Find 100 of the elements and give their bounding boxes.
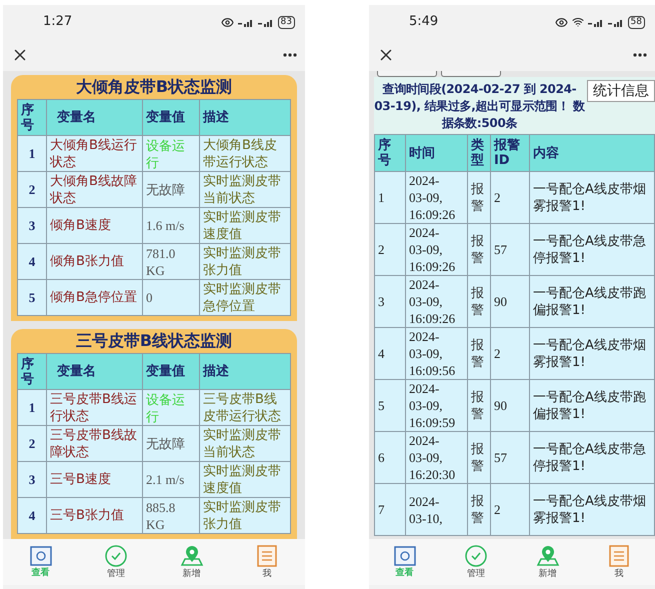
tab-bar-item[interactable]: 管理 xyxy=(451,545,502,579)
table-cell: 一号配仓A线皮带跑偏报警1! xyxy=(529,380,654,432)
table-cell: 90 xyxy=(490,380,530,432)
query-summary: 查询时间段(2024-02-27 到 2024-03-19), 结果过多,超出可显示范围！ 数据条数:500条 xyxy=(374,81,585,132)
table-cell: 一号配仓A线皮带烟雾报警1! xyxy=(529,172,654,224)
table-cell: 2 xyxy=(374,224,406,276)
table-cell: 三号B张力值 xyxy=(46,498,142,534)
column-header: 时间 xyxy=(405,134,468,172)
table-cell: 7 xyxy=(374,484,406,536)
table-cell: 倾角B张力值 xyxy=(46,244,142,280)
table-cell: 报警 xyxy=(467,328,490,380)
table-cell: 1 xyxy=(374,172,406,224)
table-cell: 倾角B急停位置 xyxy=(46,280,142,316)
column-header: 描述 xyxy=(200,100,290,136)
table-cell: 1.6 m/s xyxy=(142,208,200,244)
table-cell: 实时监测皮带张力值 xyxy=(200,498,290,534)
tab-bar-item[interactable]: 我 xyxy=(594,545,644,579)
table-cell: 大倾角B线故障状态 xyxy=(46,172,142,208)
table-cell: 报警 xyxy=(467,432,490,484)
battery-indicator: 58 xyxy=(628,16,645,28)
table-cell: 2 xyxy=(490,484,530,536)
more-button[interactable] xyxy=(633,53,647,57)
table-cell: 倾角B速度 xyxy=(46,208,142,244)
tab-bar-item[interactable]: 新增 xyxy=(522,545,573,579)
table-cell: 报警 xyxy=(467,276,490,328)
table-cell: 2024- 03-09, 16:09:56 xyxy=(405,328,468,380)
clock-time: 5:49 xyxy=(408,13,438,32)
table-cell: 2 xyxy=(18,172,46,208)
battery-indicator: 83 xyxy=(278,16,295,28)
column-header: 描述 xyxy=(200,354,290,390)
table-cell: 2024- 03-09, 16:09:59 xyxy=(405,380,468,432)
document-icon xyxy=(609,545,630,567)
table-cell: 2 xyxy=(490,172,530,224)
document-icon xyxy=(257,545,278,567)
table-cell: 3 xyxy=(18,462,46,498)
table-cell: 一号配仓A线皮带烟雾报警1! xyxy=(529,484,654,536)
table-cell: 4 xyxy=(18,498,46,534)
column-header: 变量值 xyxy=(142,100,200,136)
table-cell: 6 xyxy=(374,432,406,484)
table-cell: 三号皮带B线皮带运行状态 xyxy=(200,390,290,426)
column-header: 变量名 xyxy=(46,354,142,390)
table-cell: 57 xyxy=(490,224,530,276)
tab-bar-item[interactable]: 我 xyxy=(242,545,292,579)
table-cell: 2 xyxy=(490,328,530,380)
table-cell: 设备运行 xyxy=(142,390,200,426)
table-cell: 实时监测皮带速度值 xyxy=(200,208,290,244)
table-cell: 3 xyxy=(18,208,46,244)
button-edge[interactable] xyxy=(440,71,501,77)
table-cell: 一号配仓A线皮带急停报警1! xyxy=(529,224,654,276)
table-cell: 报警 xyxy=(467,224,490,276)
tab-bar-item[interactable]: 管理 xyxy=(91,545,142,579)
signal-icon xyxy=(258,17,274,27)
tab-bar-item[interactable]: 新增 xyxy=(166,545,217,579)
table-cell: 实时监测皮带速度值 xyxy=(200,462,290,498)
signal-icon xyxy=(608,17,624,27)
table-cell: 5 xyxy=(18,280,46,316)
table-cell: 报警 xyxy=(467,172,490,224)
table-cell: 4 xyxy=(374,328,406,380)
column-header: 序号 xyxy=(18,354,46,390)
eye-icon xyxy=(554,16,568,28)
table-cell: 1 xyxy=(18,390,46,426)
table-cell: 57 xyxy=(490,432,530,484)
table-cell: 设备运行 xyxy=(142,136,200,172)
column-header: 变量名 xyxy=(46,100,142,136)
table-cell: 4 xyxy=(18,244,46,280)
check-circle-icon xyxy=(105,545,128,567)
table-cell: 报警 xyxy=(467,380,490,432)
table-cell: 大倾角B线运行状态 xyxy=(46,136,142,172)
table-cell: 三号皮带B线故障状态 xyxy=(46,426,142,462)
table-cell: 2024- 03-09, 16:20:30 xyxy=(405,432,468,484)
table-cell: 781.0 KG xyxy=(142,244,200,280)
table-cell: 一号配仓A线皮带烟雾报警1! xyxy=(529,328,654,380)
button-edge[interactable] xyxy=(376,71,437,77)
table-cell: 1 xyxy=(18,136,46,172)
table-cell: 885.8 KG xyxy=(142,498,200,534)
table-cell: 一号配仓A线皮带跑偏报警1! xyxy=(529,276,654,328)
signal-icon xyxy=(588,17,604,27)
column-header: 序号 xyxy=(18,100,46,136)
table-cell: 2024- 03-09, 16:09:26 xyxy=(405,276,468,328)
map-pin-icon xyxy=(536,545,560,567)
table-cell: 3 xyxy=(374,276,406,328)
card-title: 三号皮带B线状态监测 xyxy=(74,330,234,352)
table-cell: 2024- 03-09, 16:09:26 xyxy=(405,172,468,224)
more-icon xyxy=(633,53,647,57)
stats-button[interactable]: 统计信息 xyxy=(587,80,655,102)
table-cell: 一号配仓A线皮带急停报警1! xyxy=(529,432,654,484)
column-header: 序号 xyxy=(374,134,406,172)
table-cell: 无故障 xyxy=(142,426,200,462)
signal-icon xyxy=(238,17,254,27)
table-cell: 2 xyxy=(18,426,46,462)
more-icon xyxy=(282,53,297,57)
more-button[interactable] xyxy=(282,53,297,57)
column-header: 报警ID xyxy=(490,134,530,172)
table-cell: 无故障 xyxy=(142,172,200,208)
table-cell: 三号B速度 xyxy=(46,462,142,498)
eye-icon xyxy=(220,16,234,28)
table-cell: 实时监测皮带当前状态 xyxy=(200,172,290,208)
column-header: 类型 xyxy=(467,134,490,172)
column-header: 变量值 xyxy=(142,354,200,390)
table-cell: 三号皮带B线运行状态 xyxy=(46,390,142,426)
